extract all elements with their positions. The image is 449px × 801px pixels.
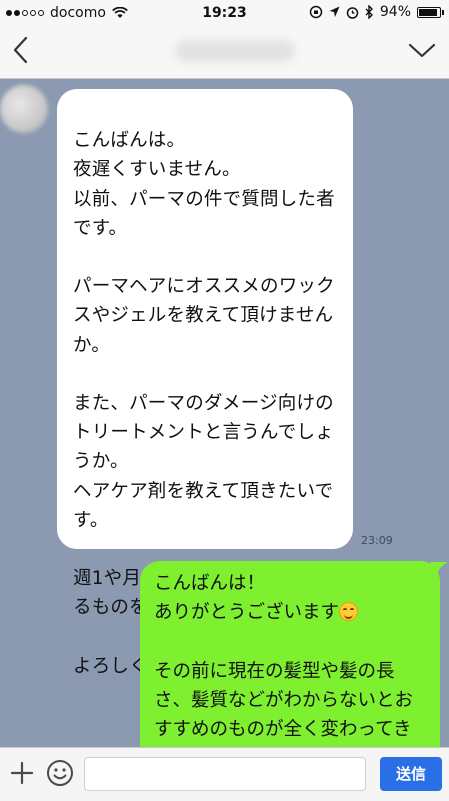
orientation-lock-icon [309, 5, 323, 19]
sent-message-body: その前に現在の髪型や髪の長さ、髪質などがわからないとおすすめのものが全く変わって… [154, 660, 414, 741]
received-message-bubble[interactable]: こんばんは。 夜遅くすいません。 以前、パーマの件で質問した者です。 パーマヘア… [57, 89, 353, 677]
smiling-face-emoji-icon [339, 602, 359, 622]
back-chevron-icon[interactable] [8, 34, 36, 66]
sent-line-greeting: こんばんは！ [154, 573, 266, 594]
location-icon [329, 6, 340, 17]
message-input-bar: 送信 [0, 747, 449, 801]
sent-message-bubble[interactable]: こんばんは！ ありがとうございます その前に現在の髪型や髪の長さ、髪質などがわか… [140, 561, 440, 747]
message-timestamp: 23:09 [361, 534, 393, 547]
alarm-icon [346, 6, 359, 19]
bluetooth-icon [365, 5, 373, 19]
status-right: 94% [309, 4, 444, 20]
status-bar: docomo 19:23 94% [0, 0, 449, 26]
send-button[interactable]: 送信 [380, 757, 442, 791]
sent-line-thanks: ありがとうございます [154, 602, 340, 624]
avatar[interactable] [0, 85, 48, 133]
chevron-down-icon[interactable] [407, 40, 437, 62]
message-input[interactable] [84, 757, 366, 791]
battery-icon [417, 6, 444, 18]
chat-header [0, 26, 449, 79]
contact-name-blurred [175, 40, 295, 62]
plus-icon[interactable] [10, 761, 34, 785]
smile-icon[interactable] [46, 759, 74, 787]
battery-percent: 94% [379, 4, 411, 20]
chat-area[interactable]: こんばんは。 夜遅くすいません。 以前、パーマの件で質問した者です。 パーマヘア… [0, 79, 449, 747]
